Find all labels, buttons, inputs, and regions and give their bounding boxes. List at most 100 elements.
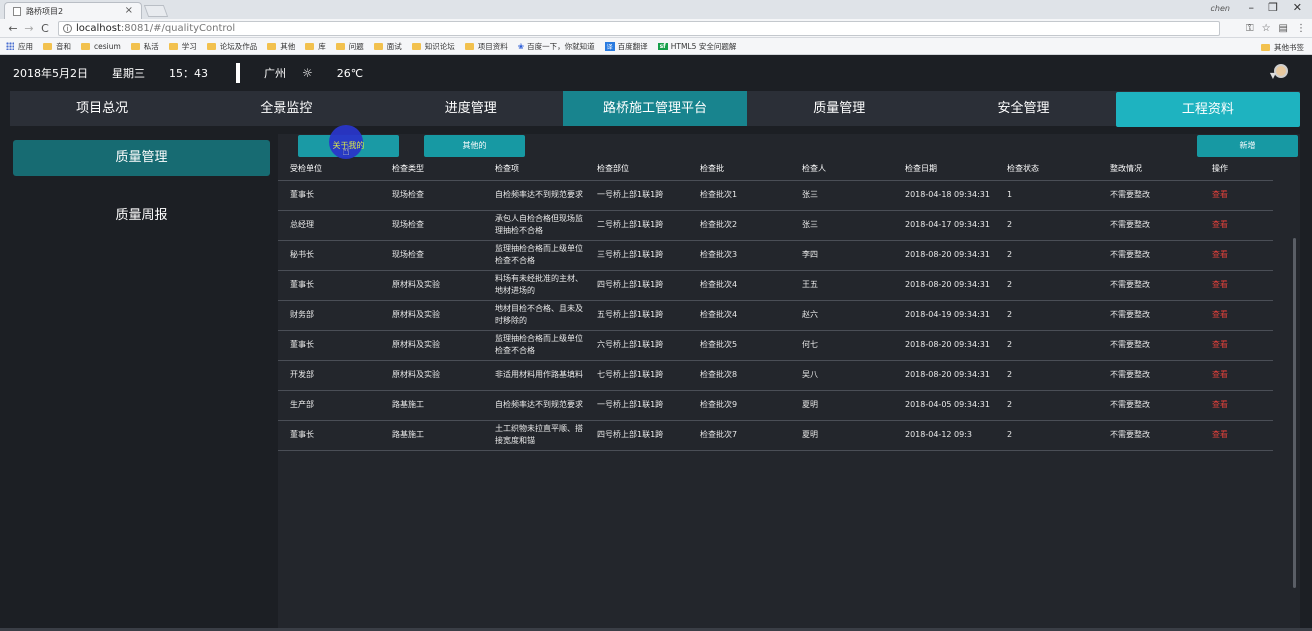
bookmark-folder[interactable]: cesium [81, 42, 121, 51]
view-link[interactable]: 查看 [1200, 390, 1273, 421]
table-cell: 监理抽检合格而上级单位检查不合格 [483, 240, 585, 271]
table-cell: 2018-08-20 09:34:31 [893, 330, 995, 361]
reload-icon[interactable]: C [38, 22, 52, 35]
table-row: 董事长 原材料及实验 料场有未经批准的主材、地材进场的 四号桥上部1联1跨 检查批次4 王… [278, 270, 1273, 301]
star-icon[interactable]: ☆ [1262, 23, 1271, 34]
view-link[interactable]: 查看 [1200, 270, 1273, 301]
extension-icon[interactable]: ▤ [1279, 23, 1288, 34]
menu-dots-icon[interactable]: ⋮ [1296, 23, 1306, 34]
table-cell: 现场检查 [380, 180, 483, 211]
nav-safety[interactable]: 安全管理 [931, 91, 1115, 126]
col-header: 检查批 [688, 158, 790, 181]
restore-icon[interactable]: ❐ [1268, 1, 1278, 14]
nav-documents[interactable]: 工程资料 [1115, 92, 1300, 127]
forward-icon[interactable]: → [22, 22, 36, 35]
table-cell: 不需要整改 [1098, 330, 1200, 361]
table-cell: 何七 [790, 330, 893, 361]
table-row: 董事长 路基施工 土工织物未拉直平顺、搭接宽度和锚 四号桥上部1联1跨 检查批次7 夏明 2… [278, 420, 1273, 451]
other-bookmarks[interactable]: 其他书签 [1261, 42, 1304, 53]
bookmark-folder[interactable]: 面试 [373, 41, 402, 52]
back-icon[interactable]: ← [6, 22, 20, 35]
table-cell: 董事长 [278, 420, 380, 451]
nav-overview[interactable]: 项目总况 [10, 91, 194, 126]
table-cell: 不需要整改 [1098, 360, 1200, 391]
folder-icon [43, 42, 52, 50]
url-path: :8081/#/qualityControl [120, 22, 236, 34]
folder-icon [411, 42, 421, 50]
bookmark-folder[interactable]: 知识论坛 [411, 41, 455, 52]
sidebar-item-weekly[interactable]: 质量周报 [13, 198, 270, 234]
col-header: 检查类型 [380, 158, 483, 181]
table-cell: 2018-08-20 09:34:31 [893, 270, 995, 301]
table-body: 董事长 现场检查 自检频率达不到规范要求 一号桥上部1联1跨 检查批次1 张三 2018-0… [278, 180, 1273, 451]
table-cell: 不需要整改 [1098, 270, 1200, 301]
table-cell: 地材目检不合格、且未及时移除的 [483, 300, 585, 331]
inspection-table: 受检单位 检查类型 检查项 检查部位 检查批 检查人 检查日期 检查状态 整改情… [278, 158, 1273, 451]
table-cell: 一号桥上部1联1跨 [585, 180, 688, 211]
view-link[interactable]: 查看 [1200, 330, 1273, 361]
table-cell: 检查批次3 [688, 240, 790, 271]
info-icon[interactable]: i [63, 23, 72, 33]
bookmark-folder[interactable]: 论坛及作品 [206, 41, 257, 52]
table-cell: 2 [995, 360, 1098, 391]
app-root: 2018年5月2日 星期三 15：43 广州 ☼ 26℃ ▼ 项目总况 全景监控… [0, 56, 1312, 631]
tab-title: 路桥项目2 [26, 6, 64, 16]
bookmark-folder[interactable]: 私活 [130, 41, 159, 52]
bookmark-folder[interactable]: 库 [305, 41, 326, 52]
nav-monitoring[interactable]: 全景监控 [194, 91, 378, 126]
bookmark-folder[interactable]: 学习 [168, 41, 197, 52]
bookmark-folder[interactable]: 音和 [43, 41, 71, 52]
bookmark-folder[interactable]: 问题 [335, 41, 364, 52]
other-filter-button[interactable]: 其他的 [424, 135, 525, 157]
caret-down-icon[interactable]: ▼ [1270, 71, 1276, 80]
view-link[interactable]: 查看 [1200, 210, 1273, 241]
col-header: 受检单位 [278, 158, 380, 181]
table-cell: 2018-04-19 09:34:31 [893, 300, 995, 331]
bookmark-folder[interactable]: 其他 [267, 41, 295, 52]
new-tab-button[interactable] [143, 5, 169, 17]
add-button[interactable]: 新增 [1197, 135, 1298, 157]
bookmark-folder[interactable]: 项目资料 [464, 41, 508, 52]
view-link[interactable]: 查看 [1200, 420, 1273, 451]
nav-quality[interactable]: 质量管理 [747, 91, 931, 126]
bookmark-baidu[interactable]: ❀ 百度一下，你就知道 [518, 41, 595, 52]
table-cell: 非适用材料用作路基填料 [483, 360, 585, 391]
folder-icon [305, 42, 315, 50]
minimize-icon[interactable]: – [1249, 1, 1255, 14]
table-cell: 检查批次2 [688, 210, 790, 241]
table-cell: 检查批次4 [688, 300, 790, 331]
sidebar-item-quality[interactable]: 质量管理 [13, 140, 270, 176]
table-cell: 夏明 [790, 420, 893, 451]
tab-close-icon[interactable]: × [125, 5, 133, 16]
view-link[interactable]: 查看 [1200, 180, 1273, 211]
sun-icon: ☼ [302, 66, 313, 80]
view-link[interactable]: 查看 [1200, 300, 1273, 331]
table-cell: 现场检查 [380, 240, 483, 271]
bookmark-fanyi[interactable]: 译百度翻译 [604, 41, 648, 52]
col-header: 检查状态 [995, 158, 1098, 181]
col-header: 检查日期 [893, 158, 995, 181]
bookmark-sf[interactable]: sf HTML5 安全问题解 [657, 41, 736, 52]
address-bar[interactable]: i localhost :8081/#/qualityControl [58, 20, 1220, 36]
table-cell: 检查批次4 [688, 270, 790, 301]
table-scrollbar[interactable] [1293, 238, 1296, 588]
view-link[interactable]: 查看 [1200, 360, 1273, 391]
avatar[interactable] [1274, 64, 1288, 78]
nav-progress[interactable]: 进度管理 [379, 91, 563, 126]
table-cell: 七号桥上部1联1跨 [585, 360, 688, 391]
table-cell: 三号桥上部1联1跨 [585, 240, 688, 271]
bookmark-apps[interactable]: 应用 [6, 41, 33, 52]
nav-platform[interactable]: 路桥施工管理平台 [562, 91, 748, 126]
browser-tab[interactable]: 路桥项目2 × [4, 2, 142, 19]
table-cell: 张三 [790, 210, 893, 241]
table-cell: 自检频率达不到规范要求 [483, 390, 585, 421]
view-link[interactable]: 查看 [1200, 240, 1273, 271]
profile-name[interactable]: chen [1211, 4, 1230, 13]
table-cell: 董事长 [278, 270, 380, 301]
table-row: 董事长 原材料及实验 监理抽检合格而上级单位检查不合格 六号桥上部1联1跨 检查批次5 何… [278, 330, 1273, 361]
bookmarks-bar: 应用 音和 cesium 私活 学习 论坛及作品 其他 库 问题 面试 知识论坛… [0, 38, 1312, 55]
key-icon[interactable]: ⚿ [1246, 23, 1254, 34]
close-window-icon[interactable]: ✕ [1293, 1, 1302, 14]
table-cell: 四号桥上部1联1跨 [585, 420, 688, 451]
table-cell: 检查批次8 [688, 360, 790, 391]
